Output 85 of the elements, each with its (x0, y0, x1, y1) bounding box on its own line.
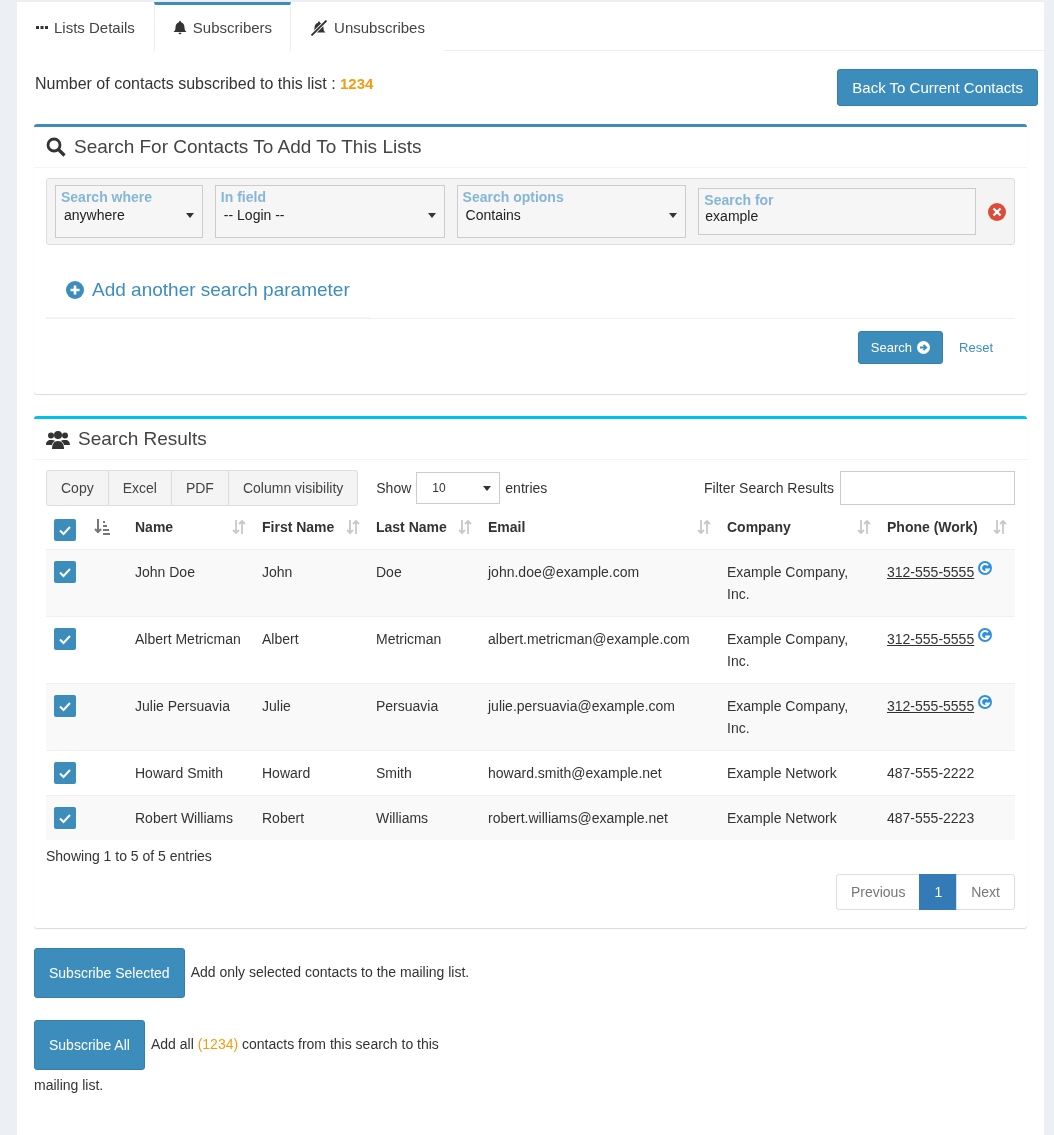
page-size-dropdown[interactable]: 10 (416, 472, 501, 504)
filter-label: Filter Search Results (704, 480, 834, 496)
table-cell: Example Company, Inc. (727, 564, 849, 602)
row-checkbox[interactable] (54, 628, 76, 650)
table-cell: Metricman (376, 631, 442, 647)
export-button[interactable]: Column visibility (228, 470, 359, 506)
dropdown[interactable]: Search options Contains (456, 185, 687, 238)
export-button[interactable]: PDF (171, 470, 229, 506)
table-cell: albert.metricman@example.com (488, 631, 690, 647)
row-checkbox[interactable] (54, 807, 76, 829)
plus-icon (66, 281, 84, 299)
export-button[interactable]: Copy (46, 470, 109, 506)
table-cell: Example Network (727, 810, 837, 826)
back-to-contacts-button[interactable]: Back To Current Contacts (837, 69, 1038, 106)
more-icon (36, 25, 48, 30)
table-cell-text: 487-555-2222 (887, 764, 975, 783)
call-badge-icon[interactable] (978, 628, 993, 642)
remove-icon[interactable] (988, 202, 1006, 221)
table-cell: Howard (262, 765, 311, 781)
table-cell: Example Company, Inc. (727, 698, 849, 736)
search-button[interactable]: Search (857, 331, 944, 364)
filter-field[interactable] (840, 471, 1015, 505)
column-header[interactable]: Name (135, 519, 174, 535)
action-description-continuation: mailing list. (34, 1077, 104, 1093)
table-cell: Albert (262, 631, 299, 647)
row-checkbox[interactable] (54, 762, 76, 784)
search-for-field[interactable]: Search for example (698, 188, 976, 235)
table-cell: John (262, 564, 293, 580)
column-header[interactable]: First Name (262, 519, 335, 535)
action-description: Add only selected contacts to the mailing list. (190, 963, 470, 980)
column-header[interactable]: Email (488, 519, 526, 535)
subscribe-button[interactable]: Subscribe Selected (34, 948, 185, 998)
dropdown[interactable]: In field -- Login -- (214, 185, 445, 238)
dropdown[interactable]: Search where anywhere (55, 185, 203, 238)
call-badge-icon[interactable] (978, 695, 993, 709)
subscribe-button[interactable]: Subscribe All (34, 1020, 145, 1070)
table-cell: Julie (262, 698, 291, 714)
column-header[interactable]: Phone (Work) (887, 519, 978, 535)
entries-label: entries (505, 480, 548, 496)
action-description: Add all (1234) contacts from this search to this (150, 1035, 439, 1052)
panel-title: Search Results (78, 428, 207, 450)
table-cell: Williams (376, 810, 429, 826)
row-checkbox[interactable] (54, 561, 76, 583)
table-cell-text: 487-555-2223 (887, 809, 975, 828)
dropdown-caret-icon (669, 212, 678, 218)
table-cell: howard.smith@example.net (488, 765, 662, 781)
bell-slash-icon (310, 19, 329, 36)
row-checkbox[interactable] (54, 695, 76, 717)
table-cell: julie.persuavia@example.com (488, 698, 675, 714)
call-badge-icon[interactable] (978, 561, 993, 575)
panel-title: Search For Contacts To Add To This Lists (74, 136, 422, 158)
dropdown-caret-icon (185, 212, 194, 218)
reset-link[interactable]: Reset (959, 340, 993, 355)
users-icon (46, 429, 70, 449)
table-cell: John Doe (135, 564, 195, 580)
table-cell: Howard Smith (135, 765, 223, 781)
column-header[interactable]: Last Name (376, 519, 447, 535)
table-cell: john.doe@example.com (488, 564, 640, 580)
show-label: Show (376, 480, 412, 496)
table-cell: Doe (376, 564, 402, 580)
table-cell: Robert Williams (135, 810, 233, 826)
table-cell: Robert (262, 810, 305, 826)
column-header[interactable]: Company (727, 519, 791, 535)
dropdown-caret-icon (427, 212, 436, 218)
select-all-checkbox[interactable] (54, 519, 76, 541)
dropdown-caret-icon (483, 485, 492, 491)
page-link[interactable]: Next (956, 874, 1015, 910)
page-link[interactable]: 1 (919, 874, 958, 910)
table-cell: Smith (376, 765, 412, 781)
add-parameter-link[interactable]: Add another search parameter (46, 245, 370, 318)
tab[interactable]: Subscribers (153, 2, 292, 51)
table-cell: Julie Persuavia (135, 698, 230, 714)
sort-descending-icon[interactable] (94, 519, 110, 535)
subscriber-count-text: Number of contacts subscribed to this list : 1234 (35, 75, 374, 93)
arrow-right-icon (917, 341, 931, 354)
bell-icon (172, 20, 187, 35)
table-cell: Persuavia (376, 698, 439, 714)
table-cell: Example Company, Inc. (727, 631, 849, 669)
table-cell: Example Network (727, 765, 837, 781)
phone-link[interactable]: 312-555-5555 (887, 628, 975, 650)
export-button[interactable]: Excel (108, 470, 172, 506)
table-cell: Albert Metricman (135, 631, 241, 647)
search-icon (46, 137, 66, 157)
table-cell: robert.williams@example.net (488, 810, 668, 826)
entries-info: Showing 1 to 5 of 5 entries (46, 847, 213, 864)
